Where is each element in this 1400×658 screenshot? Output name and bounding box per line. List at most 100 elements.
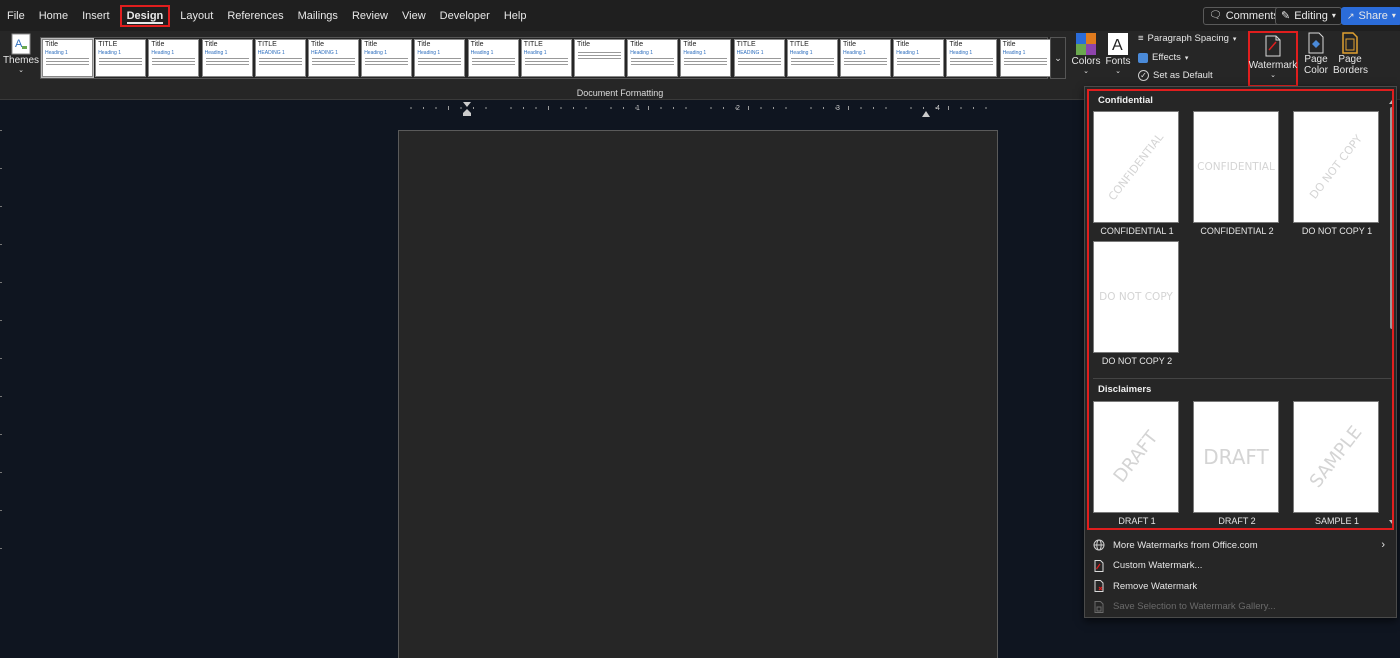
remove-document-icon bbox=[1093, 580, 1105, 593]
section-divider bbox=[1093, 378, 1391, 379]
chevron-down-icon: ⌄ bbox=[1083, 68, 1089, 75]
style-set-thumbnail[interactable]: Title Heading 1 bbox=[41, 38, 94, 78]
style-set-thumbnail[interactable]: Title Heading 1 bbox=[201, 39, 253, 77]
ruler-indent-marker[interactable] bbox=[463, 102, 471, 116]
watermark-button[interactable]: Watermark ⌄ bbox=[1248, 31, 1298, 87]
colors-icon bbox=[1076, 33, 1096, 55]
style-set-thumbnail[interactable]: TITLE Heading 1 bbox=[520, 39, 572, 77]
gallery-more-button[interactable]: ⌄ bbox=[1050, 37, 1066, 79]
fonts-icon: A bbox=[1108, 33, 1128, 55]
thumbnail-heading: Heading 1 bbox=[896, 50, 919, 56]
tab-insert[interactable]: Insert bbox=[75, 5, 117, 27]
fonts-button[interactable]: A Fonts ⌄ bbox=[1104, 32, 1132, 75]
thumbnail-line bbox=[46, 64, 89, 65]
share-button[interactable]: ↗ Share ▾ bbox=[1341, 7, 1400, 25]
style-set-thumbnail[interactable]: Title HEADING 1 bbox=[308, 39, 359, 77]
style-set-thumbnail[interactable]: TITLE Heading 1 bbox=[786, 39, 838, 77]
vertical-ruler-tick bbox=[0, 396, 2, 397]
thumbnail-line bbox=[205, 61, 249, 62]
watermark-option[interactable]: DRAFT DRAFT 2 bbox=[1193, 401, 1281, 526]
thumbnail-line bbox=[578, 58, 621, 59]
thumbnail-line bbox=[1003, 64, 1047, 65]
svg-text:A: A bbox=[15, 38, 23, 50]
watermark-dropdown: Confidential CONFIDENTIAL CONFIDENTIAL 1C… bbox=[1084, 86, 1397, 618]
thumbnail-line bbox=[205, 64, 249, 65]
style-set-thumbnail[interactable]: Title Heading 1 bbox=[414, 39, 466, 77]
tab-review[interactable]: Review bbox=[345, 5, 395, 27]
chevron-down-icon: ⌄ bbox=[1115, 68, 1121, 75]
style-set-thumbnail[interactable]: Title Heading 1 bbox=[840, 39, 891, 77]
tab-file[interactable]: File bbox=[0, 5, 32, 27]
watermark-option[interactable]: DO NOT COPY DO NOT COPY 1 bbox=[1293, 111, 1381, 236]
tab-layout[interactable]: Layout bbox=[173, 5, 220, 27]
chevron-down-icon: ▾ bbox=[1184, 54, 1189, 62]
tab-help[interactable]: Help bbox=[497, 5, 534, 27]
style-set-thumbnail[interactable]: Title Heading 1 bbox=[467, 39, 519, 77]
document-page[interactable] bbox=[398, 130, 998, 658]
style-set-thumbnail[interactable]: Title bbox=[574, 39, 625, 77]
style-set-thumbnail[interactable]: Title Heading 1 bbox=[627, 39, 679, 77]
thumbnail-line bbox=[844, 64, 887, 65]
style-set-thumbnail[interactable]: Title Heading 1 bbox=[680, 39, 732, 77]
page-color-button[interactable]: Page Color bbox=[1300, 32, 1332, 76]
tab-developer[interactable]: Developer bbox=[433, 5, 497, 27]
ruler-tick bbox=[535, 107, 537, 109]
thumbnail-heading: Heading 1 bbox=[789, 50, 813, 56]
watermark-option[interactable]: CONFIDENTIAL CONFIDENTIAL 1 bbox=[1093, 111, 1181, 236]
menu-item-remove-watermark[interactable]: Remove Watermark bbox=[1093, 577, 1391, 595]
page-borders-button[interactable]: Page Borders bbox=[1333, 32, 1368, 76]
ruler-tick bbox=[860, 107, 862, 109]
style-set-thumbnail[interactable]: Title Heading 1 bbox=[893, 39, 945, 77]
watermark-preview-text: DO NOT COPY bbox=[1307, 132, 1365, 202]
watermark-preview-page: DO NOT COPY bbox=[1093, 241, 1179, 353]
tab-mailings[interactable]: Mailings bbox=[291, 5, 345, 27]
set-as-default-button[interactable]: ✓ Set as Default bbox=[1138, 70, 1213, 81]
chevron-down-icon: ▾ bbox=[1331, 11, 1336, 20]
editing-button[interactable]: ✎ Editing ▾ bbox=[1275, 7, 1342, 25]
chevron-down-icon: ▾ bbox=[1232, 35, 1237, 43]
tab-view[interactable]: View bbox=[395, 5, 433, 27]
thumbnail-line bbox=[418, 61, 462, 62]
paragraph-spacing-button[interactable]: ≡ Paragraph Spacing ▾ bbox=[1138, 33, 1236, 44]
ruler-right-indent-marker[interactable] bbox=[922, 106, 930, 117]
vertical-ruler[interactable] bbox=[0, 120, 4, 658]
watermark-option[interactable]: CONFIDENTIAL CONFIDENTIAL 2 bbox=[1193, 111, 1281, 236]
comments-button[interactable]: 🗨 Comments bbox=[1203, 7, 1285, 25]
tab-home[interactable]: Home bbox=[32, 5, 75, 27]
style-set-thumbnail[interactable]: Title Heading 1 bbox=[946, 39, 998, 77]
style-set-thumbnail[interactable]: TITLE Heading 1 bbox=[95, 39, 147, 77]
effects-button[interactable]: Effects ▾ bbox=[1138, 52, 1188, 63]
style-set-thumbnail[interactable]: Title Heading 1 bbox=[148, 39, 200, 77]
thumbnail-line bbox=[684, 64, 728, 65]
vertical-ruler-tick bbox=[0, 510, 2, 511]
style-set-thumbnail[interactable]: Title Heading 1 bbox=[361, 39, 413, 77]
watermark-option[interactable]: DO NOT COPY DO NOT COPY 2 bbox=[1093, 241, 1181, 366]
thumbnail-line bbox=[471, 58, 515, 59]
ruler-tick bbox=[885, 107, 887, 109]
thumbnail-title: Title bbox=[683, 41, 697, 48]
watermark-preview-text: CONFIDENTIAL bbox=[1105, 130, 1167, 204]
thumbnail-line bbox=[418, 64, 462, 65]
themes-button[interactable]: A Themes ⌄ bbox=[3, 33, 39, 74]
thumbnail-line bbox=[99, 61, 143, 62]
thumbnail-line bbox=[46, 58, 89, 59]
menu-item-more-watermarks-from-office-com[interactable]: More Watermarks from Office.com › bbox=[1093, 536, 1391, 554]
tab-design[interactable]: Design bbox=[119, 4, 171, 27]
menu-item-custom-watermark[interactable]: Custom Watermark... bbox=[1093, 557, 1391, 575]
thumbnail-line bbox=[950, 58, 994, 59]
horizontal-ruler[interactable]: 123456 bbox=[398, 100, 998, 114]
thumbnail-line bbox=[258, 64, 302, 65]
gallery-scrollbar[interactable] bbox=[1388, 99, 1394, 525]
watermark-option[interactable]: SAMPLE SAMPLE 1 bbox=[1293, 401, 1381, 526]
thumbnail-line bbox=[471, 61, 515, 62]
watermark-option[interactable]: DRAFT DRAFT 1 bbox=[1093, 401, 1181, 526]
colors-button[interactable]: Colors ⌄ bbox=[1072, 32, 1100, 75]
thumbnail-line bbox=[844, 58, 887, 59]
style-set-thumbnail[interactable]: TITLE HEADING 1 bbox=[254, 39, 306, 77]
thumbnail-title: Title bbox=[364, 41, 378, 48]
tab-references[interactable]: References bbox=[220, 5, 290, 27]
section-title-disclaimers: Disclaimers bbox=[1098, 384, 1152, 395]
ruler-tick bbox=[810, 107, 812, 109]
style-set-thumbnail[interactable]: Title Heading 1 bbox=[999, 39, 1051, 77]
style-set-thumbnail[interactable]: TITLE HEADING 1 bbox=[733, 39, 785, 77]
